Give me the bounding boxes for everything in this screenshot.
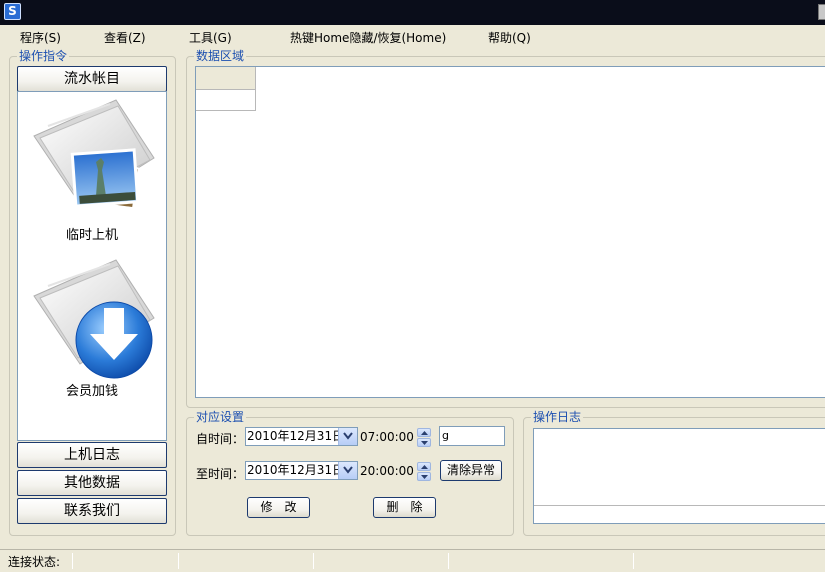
from-date-value: 2010年12月31日 xyxy=(247,429,345,443)
temp-login-tile[interactable]: 临时上机 xyxy=(18,96,166,246)
from-date-picker[interactable]: 2010年12月31日 xyxy=(245,427,358,446)
status-separator xyxy=(448,553,449,569)
from-time-value[interactable]: 07:00:00 xyxy=(360,430,414,444)
to-date-picker[interactable]: 2010年12月31日 xyxy=(245,461,358,480)
delete-button[interactable]: 删 除 xyxy=(373,497,436,518)
menu-hotkey[interactable]: 热键Home隐藏/恢复(Home) xyxy=(290,29,446,46)
arrow-down-icon xyxy=(421,475,428,479)
log-list[interactable] xyxy=(533,428,825,524)
arrow-up-icon xyxy=(421,431,428,435)
status-separator xyxy=(313,553,314,569)
to-time-label: 至时间： xyxy=(196,467,245,481)
command-tile-panel: 临时上机 会员加钱 xyxy=(17,91,167,441)
title-bar: S xyxy=(0,0,825,25)
from-date-dropdown-button[interactable] xyxy=(338,428,357,445)
command-group-title: 操作指令 xyxy=(17,49,70,63)
menu-program[interactable]: 程序(S) xyxy=(20,29,61,46)
to-date-value: 2010年12月31日 xyxy=(247,463,345,477)
contact-us-button[interactable]: 联系我们 xyxy=(17,498,167,524)
menu-help[interactable]: 帮助(Q) xyxy=(488,29,531,46)
settings-group-title: 对应设置 xyxy=(194,410,247,424)
code-input[interactable]: g xyxy=(439,426,505,446)
arrow-down-icon xyxy=(421,441,428,445)
to-time-value[interactable]: 20:00:00 xyxy=(360,464,414,478)
to-time-spinner[interactable] xyxy=(417,462,431,481)
temp-login-label: 临时上机 xyxy=(65,228,118,243)
photo-folder-icon xyxy=(33,99,155,210)
to-date-dropdown-button[interactable] xyxy=(338,462,357,479)
from-time-up-button[interactable] xyxy=(417,428,431,437)
other-data-button[interactable]: 其他数据 xyxy=(17,470,167,496)
ledger-button[interactable]: 流水帐目 xyxy=(17,66,167,92)
to-time-up-button[interactable] xyxy=(417,462,431,471)
grid-corner-header[interactable] xyxy=(196,67,256,90)
status-separator xyxy=(178,553,179,569)
status-separator xyxy=(633,553,634,569)
member-topup-tile[interactable]: 会员加钱 xyxy=(18,256,166,406)
status-bar: 连接状态: xyxy=(0,549,825,572)
menu-bar: 程序(S) 查看(Z) 工具(G) 热键Home隐藏/恢复(Home) 帮助(Q… xyxy=(0,25,825,47)
app-icon[interactable]: S xyxy=(4,3,21,20)
from-time-label: 自时间： xyxy=(196,432,245,446)
download-folder-icon xyxy=(33,259,155,379)
grid-row-header[interactable] xyxy=(196,90,256,111)
modify-button[interactable]: 修 改 xyxy=(247,497,310,518)
log-group-title: 操作日志 xyxy=(531,410,584,424)
menu-tools[interactable]: 工具(G) xyxy=(189,29,232,46)
member-topup-label: 会员加钱 xyxy=(65,384,118,399)
from-time-spinner[interactable] xyxy=(417,428,431,447)
log-horizontal-scrollbar[interactable] xyxy=(534,505,825,523)
menu-view[interactable]: 查看(Z) xyxy=(104,29,146,46)
status-separator xyxy=(72,553,73,569)
login-log-button[interactable]: 上机日志 xyxy=(17,442,167,468)
arrow-up-icon xyxy=(421,465,428,469)
data-area-title: 数据区域 xyxy=(194,49,247,63)
window-control-button[interactable] xyxy=(818,4,825,20)
data-grid[interactable] xyxy=(195,66,825,398)
chevron-down-icon xyxy=(343,432,353,440)
clear-errors-button[interactable]: 清除异常 xyxy=(440,460,502,481)
connection-status-label: 连接状态: xyxy=(8,555,61,569)
chevron-down-icon xyxy=(343,466,353,474)
to-time-down-button[interactable] xyxy=(417,472,431,481)
from-time-down-button[interactable] xyxy=(417,438,431,447)
